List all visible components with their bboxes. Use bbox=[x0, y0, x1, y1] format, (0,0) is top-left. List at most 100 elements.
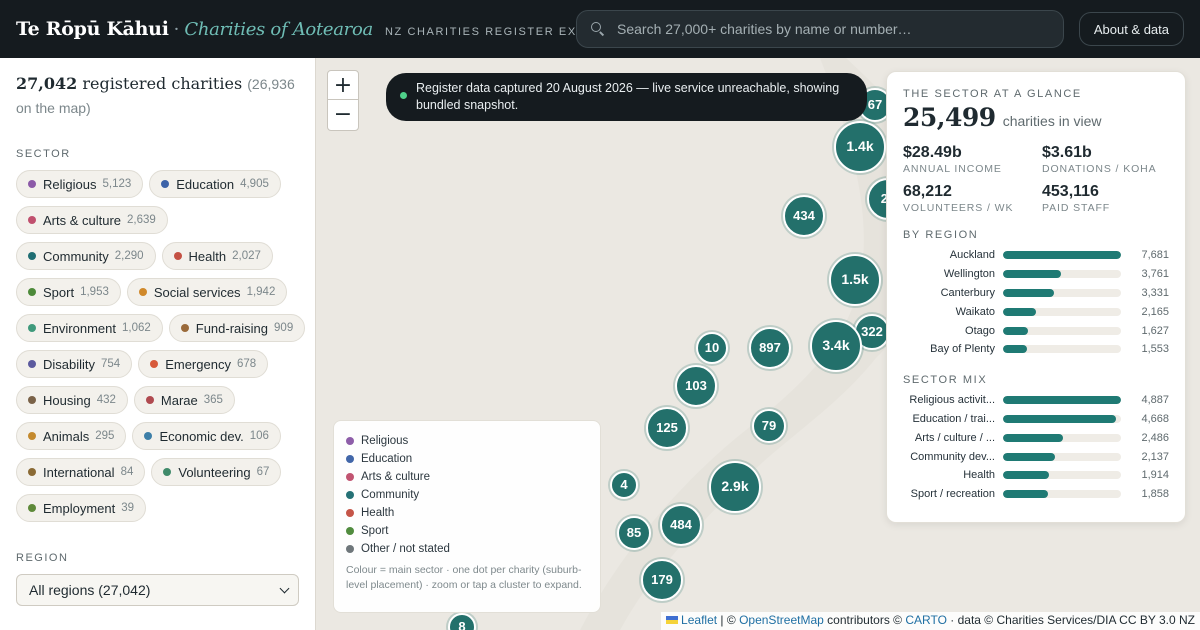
kpi-value: $28.49b bbox=[903, 144, 962, 161]
sector-chip[interactable]: Volunteering 67 bbox=[151, 458, 282, 486]
sector-chip[interactable]: Community 2,290 bbox=[16, 242, 156, 270]
map-cluster[interactable]: 484 bbox=[658, 502, 704, 548]
sector-chip[interactable]: Marae 365 bbox=[133, 386, 235, 414]
sector-chip[interactable]: Fund-raising 909 bbox=[168, 314, 306, 342]
search-box[interactable] bbox=[576, 10, 1064, 48]
sector-color-dot-icon bbox=[28, 216, 36, 224]
zoom-out-button[interactable]: − bbox=[328, 100, 358, 129]
sector-stats-panel: THE SECTOR AT A GLANCE 25,499 charities … bbox=[886, 71, 1186, 523]
legend-dot-icon bbox=[346, 509, 354, 517]
carto-link[interactable]: CARTO bbox=[905, 613, 947, 627]
sector-mix-row: Community dev... 2,137 bbox=[903, 447, 1169, 466]
region-bar-track bbox=[1003, 326, 1121, 335]
map-view[interactable]: 1.4k 434 1.5k 322 10 897 3.4k 103 125 79 4 2.9k 85 48… bbox=[316, 58, 1200, 630]
sector-mix-bar-track bbox=[1003, 471, 1121, 480]
map-cluster[interactable]: 1.5k bbox=[827, 252, 883, 308]
attribution-data: · data © Charities Services/DIA CC BY 3.… bbox=[950, 613, 1195, 627]
map-cluster[interactable]: 179 bbox=[639, 557, 685, 603]
sector-color-dot-icon bbox=[28, 252, 36, 260]
in-view-label: charities in view bbox=[1002, 113, 1102, 129]
sector-color-dot-icon bbox=[28, 432, 36, 440]
map-cluster[interactable]: 897 bbox=[747, 325, 793, 371]
legend-dot-icon bbox=[346, 455, 354, 463]
sector-heading: SECTOR bbox=[16, 148, 71, 160]
kpi-label: PAID STAFF bbox=[1042, 202, 1111, 214]
search-input[interactable] bbox=[617, 21, 1037, 37]
attribution-copyright: © bbox=[726, 613, 736, 627]
map-cluster[interactable]: 1.4k bbox=[832, 119, 888, 175]
map-cluster-count: 484 bbox=[670, 517, 692, 532]
sector-color-dot-icon bbox=[180, 324, 189, 332]
sector-color-dot-icon bbox=[173, 252, 182, 260]
sector-chip[interactable]: Economic dev. 106 bbox=[132, 422, 281, 450]
map-attribution: Leaflet | © OpenStreetMap contributors ©… bbox=[661, 612, 1200, 630]
sector-chip[interactable]: Disability 754 bbox=[16, 350, 133, 378]
sector-chip-label: Employment bbox=[43, 500, 116, 516]
kpi: 68,212 VOLUNTEERS / WK bbox=[903, 183, 1042, 214]
map-cluster[interactable]: 79 bbox=[750, 407, 788, 445]
about-data-button[interactable]: About & data bbox=[1078, 12, 1184, 46]
sector-mix-bar-list: Religious activit... 4,887 Education / tra… bbox=[903, 391, 1169, 504]
sector-chip[interactable]: Environment 1,062 bbox=[16, 314, 163, 342]
legend-item: Other / not stated bbox=[346, 540, 588, 558]
map-cluster[interactable]: 2.9k bbox=[707, 459, 763, 515]
sector-mix-row: Education / trai... 4,668 bbox=[903, 410, 1169, 429]
map-cluster[interactable]: 4 bbox=[608, 469, 640, 501]
sector-chip-count: 365 bbox=[203, 394, 223, 406]
sector-mix-name: Education / trai... bbox=[912, 412, 995, 425]
kpi: $3.61b DONATIONS / KOHA bbox=[1042, 144, 1181, 175]
legend-dot-icon bbox=[346, 545, 354, 553]
sector-chip[interactable]: Animals 295 bbox=[16, 422, 127, 450]
attribution-contributors: contributors © bbox=[827, 613, 903, 627]
sector-mix-value: 1,914 bbox=[1141, 469, 1169, 482]
region-bar-fill bbox=[1003, 345, 1027, 354]
sector-chip-label: Arts & culture bbox=[43, 212, 122, 228]
brand[interactable]: Te Rōpū Kāhui · Charities of Aotearoa NZ… bbox=[16, 18, 632, 40]
legend-dot-icon bbox=[346, 527, 354, 535]
region-name: Otago bbox=[965, 324, 995, 337]
map-cluster[interactable]: 85 bbox=[615, 514, 653, 552]
region-select[interactable]: All regions (27,042) bbox=[16, 574, 299, 606]
sector-mix-name: Sport / recreation bbox=[910, 488, 995, 501]
sector-mix-row: Sport / recreation 1,858 bbox=[903, 485, 1169, 504]
map-cluster[interactable]: 103 bbox=[673, 363, 719, 409]
map-cluster[interactable]: 434 bbox=[781, 193, 827, 239]
region-name: Canterbury bbox=[940, 286, 995, 299]
sector-chip[interactable]: International 84 bbox=[16, 458, 146, 486]
sector-chip-count: 84 bbox=[120, 466, 134, 478]
sector-chip-count: 432 bbox=[96, 394, 116, 406]
sector-chip-count: 1,062 bbox=[121, 322, 151, 334]
map-cluster[interactable]: 125 bbox=[644, 405, 690, 451]
sector-chip[interactable]: Housing 432 bbox=[16, 386, 128, 414]
sector-chip-label: Emergency bbox=[165, 356, 231, 372]
map-cluster-count: 8 bbox=[458, 619, 465, 630]
sector-chip[interactable]: Education 4,905 bbox=[149, 170, 281, 198]
sector-mix-row: Religious activit... 4,887 bbox=[903, 391, 1169, 410]
region-row: Canterbury 3,331 bbox=[903, 284, 1169, 303]
map-cluster-count: 67 bbox=[868, 97, 882, 112]
sector-chip[interactable]: Religious 5,123 bbox=[16, 170, 144, 198]
sector-chip[interactable]: Social services 1,942 bbox=[126, 278, 288, 306]
sector-chip-count: 2,027 bbox=[232, 250, 261, 262]
sector-chip[interactable]: Emergency 678 bbox=[138, 350, 269, 378]
leaflet-link[interactable]: Leaflet bbox=[681, 613, 717, 627]
osm-link[interactable]: OpenStreetMap bbox=[739, 613, 824, 627]
map-cluster-count: 434 bbox=[793, 208, 815, 223]
zoom-in-button[interactable]: + bbox=[328, 71, 358, 100]
sector-color-dot-icon bbox=[28, 468, 36, 476]
kpi-label: ANNUAL INCOME bbox=[903, 163, 1002, 175]
snapshot-notice: Register data captured 20 August 2026 — … bbox=[386, 73, 867, 121]
sector-chip[interactable]: Arts & culture 2,639 bbox=[16, 206, 168, 234]
sector-chip-label: Disability bbox=[43, 356, 96, 372]
kpi: $28.49b ANNUAL INCOME bbox=[903, 144, 1042, 175]
sector-chip[interactable]: Employment 39 bbox=[16, 494, 147, 522]
legend-item: Sport bbox=[346, 522, 588, 540]
sector-chip[interactable]: Sport 1,953 bbox=[16, 278, 121, 306]
map-cluster[interactable]: 10 bbox=[694, 330, 730, 366]
sector-chip-label: Fund-raising bbox=[195, 320, 269, 336]
region-bar-fill bbox=[1003, 251, 1121, 260]
map-cluster[interactable]: 3.4k bbox=[808, 318, 864, 374]
map-cluster-count: 1.4k bbox=[846, 138, 873, 154]
sector-chip[interactable]: Health 2,027 bbox=[161, 242, 273, 270]
sector-mix-bar-fill bbox=[1003, 433, 1064, 442]
